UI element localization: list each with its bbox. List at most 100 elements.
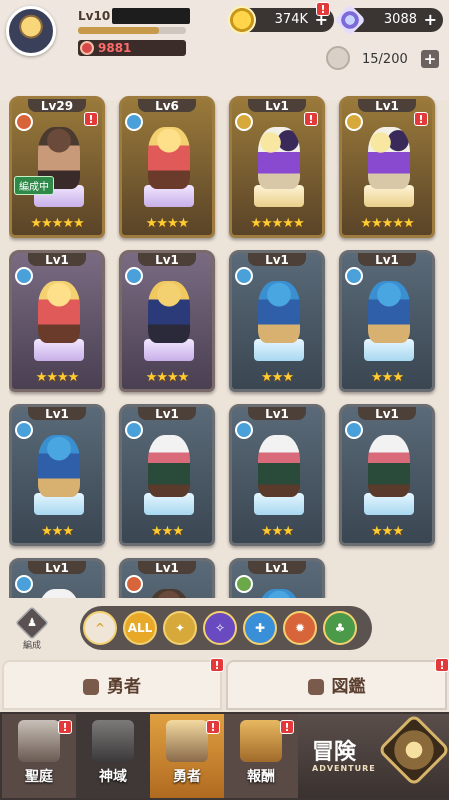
- filter-light-icon[interactable]: ✦: [163, 611, 197, 645]
- gold-alert-badge: !: [316, 2, 330, 16]
- tab-encyclopedia-badge: !: [435, 658, 449, 672]
- helmet-icon: [83, 679, 99, 695]
- hero-level: Lv1: [265, 253, 289, 267]
- hero-card[interactable]: Lv1 ★★★★: [9, 250, 105, 392]
- nav-divine-label: 神域: [99, 769, 127, 785]
- gem-plus-icon[interactable]: +: [424, 8, 437, 32]
- gold-currency[interactable]: 374K + !: [228, 2, 334, 34]
- tab-encyclopedia[interactable]: 図鑑: [226, 660, 447, 710]
- formation-button[interactable]: ♟ 編成: [12, 606, 52, 652]
- compass-emblem-icon: [377, 713, 449, 787]
- filter-bar: ♟ 編成 ^ ALL ✦ ✧ ✚ ✹ ♣: [0, 600, 449, 656]
- nav-reward[interactable]: 報酬 !: [224, 714, 298, 798]
- nav-reward-badge: !: [280, 720, 294, 734]
- gold-coin-icon: [228, 6, 256, 34]
- hero-card[interactable]: Lv1 ★★★: [9, 404, 105, 546]
- hero-card[interactable]: Lv1 ★★★: [229, 250, 325, 392]
- fire-element-icon: [125, 575, 143, 593]
- hero-alert-badge: !: [414, 112, 428, 126]
- hero-card[interactable]: Lv1 ★★★: [339, 404, 435, 546]
- hero-level: Lv1: [375, 99, 399, 113]
- hero-sprite: [148, 281, 190, 343]
- hero-star-rating: ★★★: [371, 370, 404, 385]
- gem-value: 3088: [383, 12, 417, 27]
- hero-sprite: [38, 589, 80, 598]
- exp-bar-fill: [78, 27, 159, 34]
- sanctuary-icon: [18, 720, 60, 762]
- hero-card[interactable]: Lv1: [229, 558, 325, 598]
- nav-divine-realm[interactable]: 神域: [76, 714, 150, 798]
- formation-label: 編成: [22, 641, 41, 651]
- player-avatar[interactable]: [6, 6, 56, 56]
- water-element-icon: [235, 421, 253, 439]
- hero-card[interactable]: Lv1! ★★★★★: [339, 96, 435, 238]
- hero-card[interactable]: Lv1: [9, 558, 105, 598]
- hero-card[interactable]: Lv1 ★★★: [119, 404, 215, 546]
- water-element-icon: [235, 267, 253, 285]
- hero-level: Lv6: [155, 99, 179, 113]
- hero-level: Lv1: [375, 407, 399, 421]
- sort-arrow-icon[interactable]: ^: [83, 611, 117, 645]
- gem-currency[interactable]: 3088 +: [334, 4, 443, 36]
- hero-level: Lv1: [155, 253, 179, 267]
- nav-hero-badge: !: [206, 720, 220, 734]
- tab-hero[interactable]: 勇者: [2, 660, 222, 710]
- filter-fire-icon[interactable]: ✹: [283, 611, 317, 645]
- water-element-icon: [125, 421, 143, 439]
- hero-sprite: [258, 281, 300, 343]
- water-element-icon: [345, 421, 363, 439]
- hero-card[interactable]: Lv1! ★★★★★: [229, 96, 325, 238]
- hero-star-rating: ★★★★★: [30, 216, 84, 231]
- tab-encyclopedia-label: 図鑑: [331, 677, 366, 697]
- hero-level: Lv1: [155, 407, 179, 421]
- gold-value: 374K: [274, 12, 308, 27]
- hero-star-rating: ★★★: [261, 524, 294, 539]
- filter-dark-icon[interactable]: ✧: [203, 611, 237, 645]
- diamond-icon: [334, 4, 366, 36]
- hero-star-rating: ★★★: [261, 370, 294, 385]
- hero-level: Lv1: [265, 407, 289, 421]
- hero-card[interactable]: Lv1 ★★★★: [119, 250, 215, 392]
- hero-level: Lv1: [45, 407, 69, 421]
- fire-element-icon: [15, 113, 33, 131]
- light-element-icon: [345, 113, 363, 131]
- hero-sprite: [368, 281, 410, 343]
- hero-card[interactable]: Lv1: [119, 558, 215, 598]
- hero-star-rating: ★★★★★: [360, 216, 414, 231]
- hero-sprite: [368, 127, 410, 189]
- hero-card[interactable]: Lv1 ★★★: [339, 250, 435, 392]
- player-name: [112, 8, 190, 24]
- hero-sprite: [148, 435, 190, 497]
- tab-hero-label: 勇者: [107, 677, 141, 697]
- hero-level: Lv1: [265, 99, 289, 113]
- capacity-plus-button[interactable]: +: [421, 50, 439, 68]
- chess-pawn-icon: ♟: [15, 606, 49, 640]
- hero-card[interactable]: Lv29 編成中! ★★★★★: [9, 96, 105, 238]
- hero-grid: Lv29 編成中! ★★★★★ Lv6 ★★★★ Lv1! ★★★★★ Lv1! ★★★★★ Lv…: [9, 86, 445, 598]
- bottom-nav: 聖庭 ! 神域 勇者 ! 報酬 ! 冒険 ADVENTURE: [0, 712, 449, 800]
- nav-sanctuary[interactable]: 聖庭 !: [2, 714, 76, 798]
- hero-sprite: [38, 281, 80, 343]
- hero-capacity-icon: [326, 46, 350, 70]
- filter-all-button[interactable]: ALL: [123, 611, 157, 645]
- hero-level: Lv1: [375, 253, 399, 267]
- hero-sprite: [38, 435, 80, 497]
- hero-star-rating: ★★★★: [145, 216, 190, 231]
- nav-adventure[interactable]: 冒険 ADVENTURE: [298, 713, 449, 798]
- hero-level: Lv1: [155, 561, 179, 575]
- hero-star-rating: ★★★★: [145, 370, 190, 385]
- filter-earth-icon[interactable]: ♣: [323, 611, 357, 645]
- hero-star-rating: ★★★: [371, 524, 404, 539]
- water-element-icon: [15, 421, 33, 439]
- nav-hero[interactable]: 勇者 !: [150, 714, 224, 798]
- water-element-icon: [125, 113, 143, 131]
- hero-level: Lv1: [45, 561, 69, 575]
- locked-swords-icon: [92, 720, 134, 762]
- hero-card[interactable]: Lv1 ★★★: [229, 404, 325, 546]
- earth-element-icon: [235, 575, 253, 593]
- element-filter-group: ^ ALL ✦ ✧ ✚ ✹ ♣: [80, 606, 372, 650]
- nav-sanctuary-label: 聖庭: [25, 769, 53, 785]
- hero-card[interactable]: Lv6 ★★★★: [119, 96, 215, 238]
- water-element-icon: [15, 575, 33, 593]
- filter-water-icon[interactable]: ✚: [243, 611, 277, 645]
